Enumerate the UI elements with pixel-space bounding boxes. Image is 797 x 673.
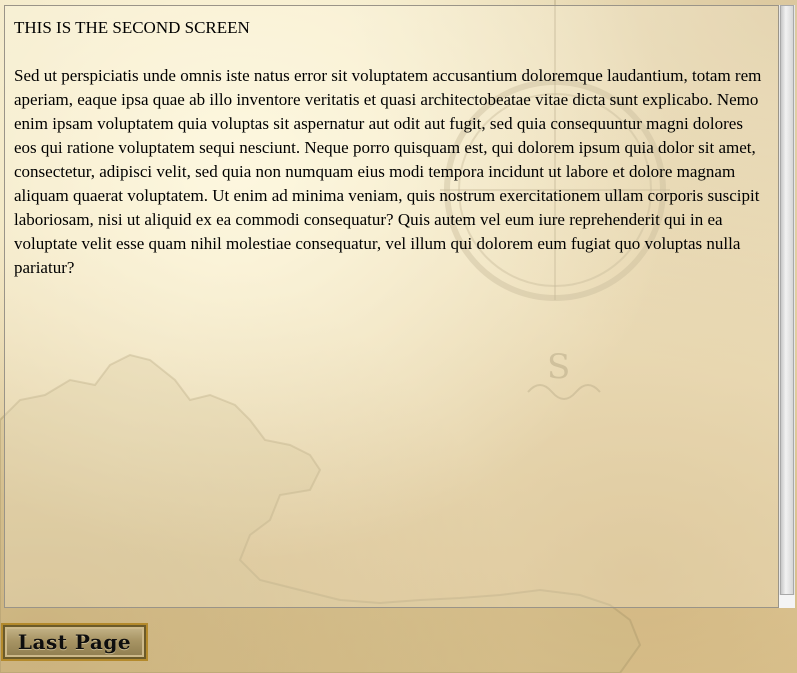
body-paragraph: Sed ut perspiciatis unde omnis iste natu… bbox=[14, 66, 762, 277]
scrollbar-thumb[interactable] bbox=[780, 5, 794, 595]
last-page-button-label: Last Page bbox=[17, 630, 132, 654]
content-panel: THIS IS THE SECOND SCREEN Sed ut perspic… bbox=[4, 5, 779, 608]
content-text-area: THIS IS THE SECOND SCREEN Sed ut perspic… bbox=[5, 6, 778, 280]
vertical-scrollbar[interactable] bbox=[779, 5, 795, 608]
last-page-button[interactable]: Last Page bbox=[1, 623, 148, 661]
screen-heading: THIS IS THE SECOND SCREEN bbox=[14, 18, 250, 37]
scrollbar-track[interactable] bbox=[779, 595, 795, 608]
